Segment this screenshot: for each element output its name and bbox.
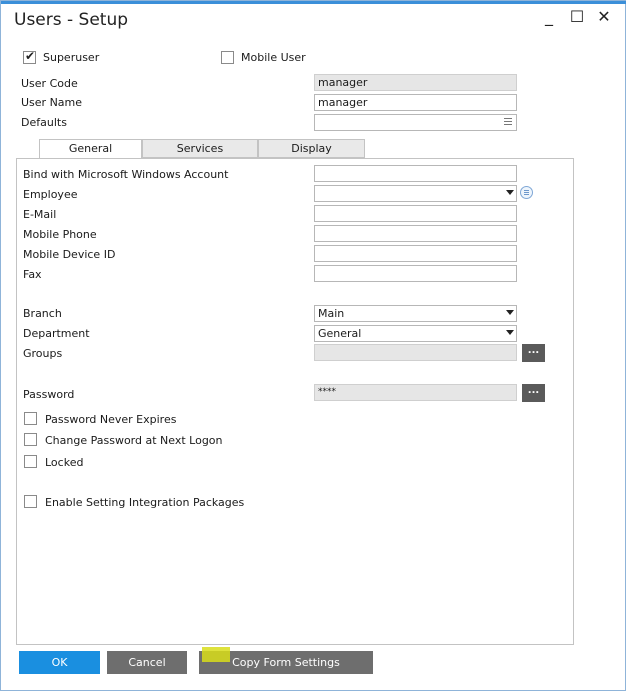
window-title: Users - Setup [14,10,129,30]
dropdown-arrow-icon [506,310,514,315]
dropdown-arrow-icon [506,330,514,335]
bind-windows-account-label: Bind with Microsoft Windows Account [23,168,229,181]
mobile-device-id-field[interactable] [314,245,517,262]
superuser-checkbox[interactable]: ✔ [23,49,36,64]
dropdown-arrow-icon [506,190,514,195]
user-code-label: User Code [21,77,78,90]
list-icon [504,118,512,126]
ok-button[interactable]: OK [19,651,100,674]
locked-label: Locked [45,456,84,469]
change-password-next-logon-checkbox[interactable] [24,433,37,446]
fax-label: Fax [23,268,42,281]
checkmark-icon: ✔ [25,49,36,63]
tab-services[interactable]: Services [142,139,258,158]
groups-field[interactable] [314,344,517,361]
groups-browse-button[interactable]: ... [522,344,545,362]
department-dropdown[interactable]: General [314,325,517,342]
enable-integration-packages-checkbox[interactable] [24,495,37,508]
users-setup-window: Users - Setup _ ☐ ✕ ✔ Superuser Mobile U… [0,0,626,691]
locked-checkbox[interactable] [24,455,37,468]
fax-field[interactable] [314,265,517,282]
groups-label: Groups [23,347,63,360]
password-never-expires-checkbox[interactable] [24,412,37,425]
defaults-field[interactable] [314,114,517,131]
branch-value: Main [318,307,345,320]
branch-label: Branch [23,307,62,320]
employee-dropdown[interactable] [314,185,517,202]
email-label: E-Mail [23,208,57,221]
bind-windows-account-field[interactable] [314,165,517,182]
change-password-next-logon-label: Change Password at Next Logon [45,434,223,447]
mobile-device-id-label: Mobile Device ID [23,248,116,261]
department-label: Department [23,327,90,340]
employee-label: Employee [23,188,78,201]
mobile-phone-field[interactable] [314,225,517,242]
mobile-phone-label: Mobile Phone [23,228,97,241]
window-accent-line [1,1,626,4]
defaults-label: Defaults [21,116,67,129]
employee-link-icon[interactable] [520,186,533,199]
enable-integration-packages-label: Enable Setting Integration Packages [45,496,245,509]
tab-general[interactable]: General [39,139,142,159]
branch-dropdown[interactable]: Main [314,305,517,322]
mobile-user-checkbox[interactable] [221,51,234,64]
tab-display[interactable]: Display [258,139,365,158]
user-code-field[interactable]: manager [314,74,517,91]
department-value: General [318,327,362,340]
password-browse-button[interactable]: ... [522,384,545,402]
password-never-expires-label: Password Never Expires [45,413,177,426]
password-label: Password [23,388,75,401]
user-name-label: User Name [21,96,83,109]
superuser-label: Superuser [43,51,100,64]
mobile-user-label: Mobile User [241,51,306,64]
user-name-field[interactable]: manager [314,94,517,111]
cancel-button[interactable]: Cancel [107,651,187,674]
highlighter-mark [202,647,230,662]
close-button[interactable]: ✕ [594,7,614,26]
maximize-button[interactable]: ☐ [567,7,587,26]
email-field[interactable] [314,205,517,222]
minimize-button[interactable]: _ [539,7,559,26]
password-field[interactable]: **** [314,384,517,401]
